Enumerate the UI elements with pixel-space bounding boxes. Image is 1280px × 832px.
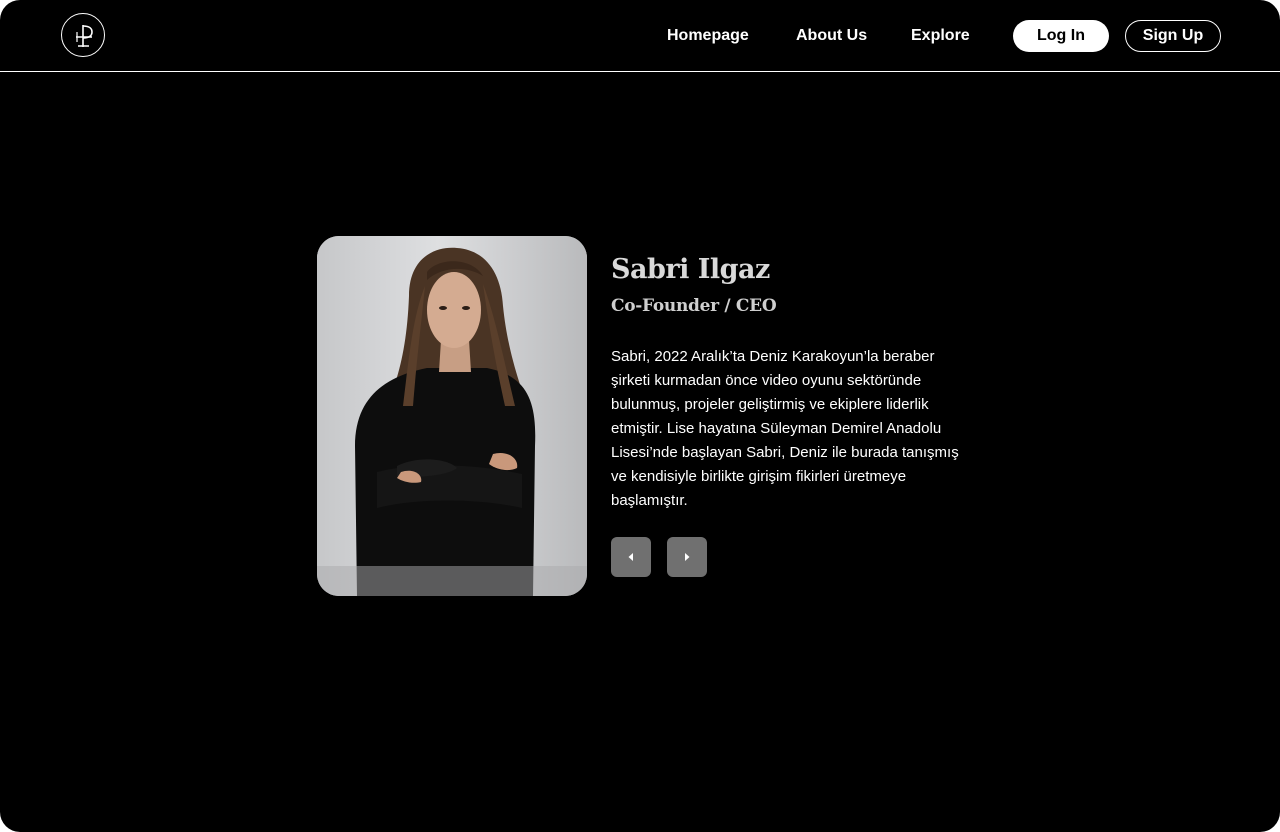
portrait-photo	[317, 236, 587, 596]
login-button[interactable]: Log In	[1013, 20, 1109, 52]
member-bio: Sabri, 2022 Aralık’ta Deniz Karakoyun’la…	[611, 348, 959, 509]
navbar: Homepage About Us Explore Log In Sign Up	[0, 0, 1280, 72]
caret-left-icon	[628, 553, 633, 561]
member-role: Co-Founder / CEO	[611, 296, 777, 316]
nav-link-homepage[interactable]: Homepage	[667, 25, 749, 47]
nav-link-about-us[interactable]: About Us	[796, 25, 867, 47]
member-name: Sabri Ilgaz	[611, 254, 770, 285]
signup-button[interactable]: Sign Up	[1125, 20, 1221, 52]
nav-link-explore[interactable]: Explore	[911, 25, 970, 47]
next-member-button[interactable]	[667, 537, 707, 577]
caret-right-icon	[685, 553, 690, 561]
logo-icon[interactable]	[61, 13, 105, 57]
page-frame: Homepage About Us Explore Log In Sign Up	[0, 0, 1280, 832]
previous-member-button[interactable]	[611, 537, 651, 577]
